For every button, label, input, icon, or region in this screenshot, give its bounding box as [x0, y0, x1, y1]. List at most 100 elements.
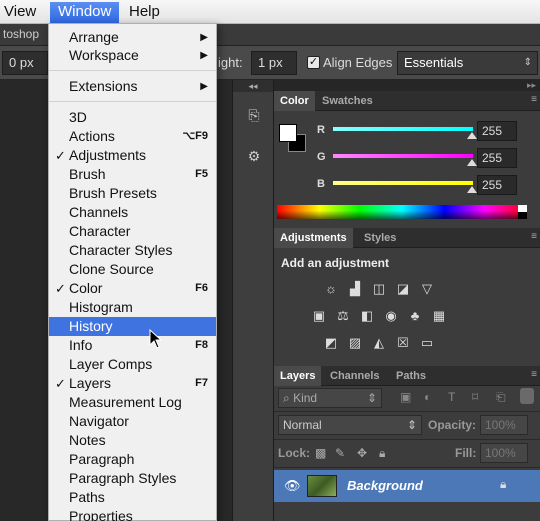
workspace-dropdown[interactable]: Essentials ⇕	[397, 51, 538, 75]
gradient-map-icon[interactable]: ▭	[419, 336, 435, 350]
menu-item-brush[interactable]: Brush F5	[49, 165, 216, 184]
menu-item-arrange[interactable]: Arrange ▶	[49, 28, 216, 47]
tab-swatches[interactable]: Swatches	[316, 91, 379, 111]
black-chip[interactable]	[518, 212, 527, 219]
menu-item-properties[interactable]: Properties	[49, 507, 216, 521]
menu-item-layer-comps[interactable]: Layer Comps	[49, 355, 216, 374]
tab-styles[interactable]: Styles	[358, 228, 402, 248]
menu-item-histogram[interactable]: Histogram	[49, 298, 216, 317]
tab-paths[interactable]: Paths	[390, 366, 432, 386]
white-chip[interactable]	[518, 205, 527, 212]
history-panel-icon[interactable]: ⎘	[242, 104, 266, 126]
tab-color[interactable]: Color	[274, 91, 315, 111]
menu-item-character[interactable]: Character	[49, 222, 216, 241]
menu-item-paths[interactable]: Paths	[49, 488, 216, 507]
panel-menu-icon[interactable]: ≡	[531, 369, 537, 380]
menu-item-actions[interactable]: Actions ⌥F9	[49, 127, 216, 146]
filter-toggle[interactable]	[520, 388, 534, 404]
menu-item-history[interactable]: History	[49, 317, 216, 336]
black-white-icon[interactable]: ◧	[359, 309, 375, 323]
menu-item-info[interactable]: Info F8	[49, 336, 216, 355]
eye-visibility-icon[interactable]: 👁︎	[284, 478, 301, 494]
feather-field[interactable]: 0 px	[2, 51, 48, 75]
menu-item-paragraph-styles[interactable]: Paragraph Styles	[49, 469, 216, 488]
b-slider[interactable]	[333, 181, 473, 185]
properties-panel-icon[interactable]: ⚙	[242, 145, 266, 167]
filter-pixel-icon[interactable]: ▣	[400, 390, 411, 404]
menu-view[interactable]: View	[4, 3, 36, 23]
tab-channels[interactable]: Channels	[324, 366, 386, 386]
window-menu: Arrange ▶ Workspace ▶ Extensions ▶ 3D Ac…	[48, 23, 217, 521]
posterize-icon[interactable]: ▨	[347, 336, 363, 350]
menu-item-label: Clone Source	[69, 261, 154, 277]
channel-mixer-icon[interactable]: ♣	[407, 309, 423, 323]
layer-filter-dropdown[interactable]: ⌕ Kind ⇕	[278, 388, 382, 408]
invert-icon[interactable]: ◩	[323, 336, 339, 350]
layer-name[interactable]: Background	[347, 478, 423, 493]
color-lookup-icon[interactable]: ▦	[431, 309, 447, 323]
tab-adjustments[interactable]: Adjustments	[274, 228, 353, 248]
g-value-field[interactable]: 255	[477, 148, 517, 168]
layer-row-background[interactable]: 👁︎ Background 🔒︎	[274, 470, 540, 502]
tab-layers[interactable]: Layers	[274, 366, 322, 386]
menu-item-navigator[interactable]: Navigator	[49, 412, 216, 431]
menu-item-character-styles[interactable]: Character Styles	[49, 241, 216, 260]
brightness-contrast-icon[interactable]: ☼	[323, 282, 339, 296]
curves-icon[interactable]: ◫	[371, 282, 387, 296]
hue-saturation-icon[interactable]: ▣	[311, 309, 327, 323]
menu-item-notes[interactable]: Notes	[49, 431, 216, 450]
menu-item-extensions[interactable]: Extensions ▶	[49, 77, 216, 96]
menu-item-label: Channels	[69, 204, 129, 220]
menu-item-3d[interactable]: 3D	[49, 108, 216, 127]
filter-adjustment-icon[interactable]: ◐	[424, 390, 431, 404]
b-slider-thumb[interactable]	[467, 186, 477, 193]
exposure-icon[interactable]: ◪	[395, 282, 411, 296]
menu-item-layers[interactable]: ✓ Layers F7	[49, 374, 216, 393]
menu-help[interactable]: Help	[129, 3, 160, 23]
r-slider[interactable]	[333, 127, 473, 131]
menu-item-adjustments[interactable]: ✓ Adjustments	[49, 146, 216, 165]
fill-field[interactable]: 100%	[480, 443, 528, 463]
lock-pixels-icon[interactable]: ✎	[335, 446, 345, 460]
vibrance-icon[interactable]: ▽	[419, 282, 435, 296]
selective-color-icon[interactable]: ☒	[395, 336, 411, 350]
r-value-field[interactable]: 255	[477, 121, 517, 141]
height-field[interactable]: 1 px	[251, 51, 297, 75]
menu-item-paragraph[interactable]: Paragraph	[49, 450, 216, 469]
lock-transparency-icon[interactable]: ▩	[315, 446, 326, 460]
filter-shape-icon[interactable]: ⌑	[472, 390, 478, 404]
b-label: B	[317, 178, 325, 190]
g-slider-thumb[interactable]	[467, 159, 477, 166]
shortcut-label: F7	[195, 377, 208, 389]
blend-mode-dropdown[interactable]: Normal ⇕	[278, 415, 422, 435]
menu-item-label: Paragraph	[69, 451, 135, 467]
menu-bar: View Window Help	[0, 0, 540, 24]
color-balance-icon[interactable]: ⚖	[335, 309, 351, 323]
photo-filter-icon[interactable]: ◉	[383, 309, 399, 323]
filter-type-icon[interactable]: T	[448, 390, 455, 404]
b-value-field[interactable]: 255	[477, 175, 517, 195]
levels-icon[interactable]: ▟	[347, 282, 363, 296]
menu-item-workspace[interactable]: Workspace ▶	[49, 46, 216, 65]
g-slider[interactable]	[333, 154, 473, 158]
collapse-icon[interactable]: ◂◂	[233, 80, 273, 92]
foreground-color-swatch[interactable]	[279, 124, 297, 142]
filter-smart-object-icon[interactable]: ⎗	[496, 390, 506, 405]
lock-position-icon[interactable]: ✥	[357, 446, 367, 460]
align-edges-checkbox[interactable]: ✓	[307, 56, 320, 69]
fill-label: Fill:	[455, 446, 477, 460]
r-slider-thumb[interactable]	[467, 132, 477, 139]
menu-item-measurement-log[interactable]: Measurement Log	[49, 393, 216, 412]
panel-menu-icon[interactable]: ≡	[531, 94, 537, 105]
menu-item-clone-source[interactable]: Clone Source	[49, 260, 216, 279]
menu-item-brush-presets[interactable]: Brush Presets	[49, 184, 216, 203]
threshold-icon[interactable]: ◭	[371, 336, 387, 350]
dock-collapse-icon[interactable]: ▸▸	[274, 80, 540, 91]
menu-item-channels[interactable]: Channels	[49, 203, 216, 222]
opacity-field[interactable]: 100%	[480, 415, 528, 435]
panel-menu-icon[interactable]: ≡	[531, 231, 537, 242]
color-spectrum[interactable]	[277, 205, 527, 219]
lock-all-icon[interactable]: 🔒︎	[379, 446, 385, 461]
menu-window[interactable]: Window	[50, 2, 120, 23]
menu-item-color[interactable]: ✓ Color F6	[49, 279, 216, 298]
